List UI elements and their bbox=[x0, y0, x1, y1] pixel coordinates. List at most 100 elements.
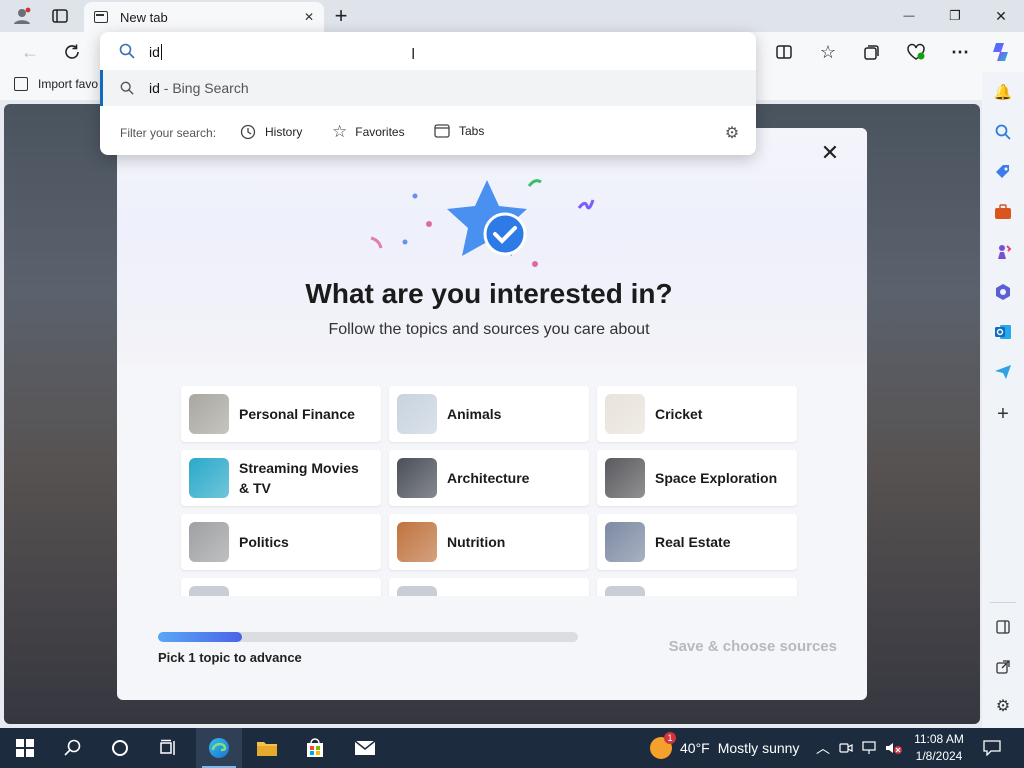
progress-track bbox=[158, 632, 578, 642]
clock[interactable]: 11:08 AM 1/8/2024 bbox=[908, 731, 970, 765]
weather-badge: 1 bbox=[664, 732, 676, 744]
filter-history-label: History bbox=[265, 125, 303, 139]
tools-briefcase-icon[interactable] bbox=[993, 202, 1013, 222]
import-favorites-link[interactable]: Import favo bbox=[14, 77, 98, 91]
import-icon bbox=[14, 77, 28, 91]
filter-favorites[interactable]: ☆ Favorites bbox=[332, 122, 405, 141]
outlook-icon[interactable] bbox=[993, 322, 1013, 342]
notification-center-icon[interactable] bbox=[982, 728, 1002, 768]
add-sidebar-app-icon[interactable]: + bbox=[993, 403, 1013, 425]
topic-label: Real Estate bbox=[655, 534, 731, 550]
open-external-icon[interactable] bbox=[993, 657, 1013, 677]
topic-thumbnail bbox=[397, 522, 437, 562]
address-input-value: id bbox=[149, 44, 160, 60]
sidebar-settings-icon[interactable]: ⚙ bbox=[993, 696, 1013, 716]
copilot-icon[interactable] bbox=[989, 39, 1015, 65]
filter-tabs-label: Tabs bbox=[459, 124, 485, 138]
new-tab-page-icon bbox=[94, 11, 108, 23]
history-icon bbox=[240, 124, 256, 140]
refresh-icon[interactable] bbox=[60, 40, 84, 64]
split-screen-icon[interactable] bbox=[772, 40, 796, 64]
dialog-title: What are you interested in? bbox=[305, 278, 673, 309]
star-check-icon bbox=[370, 179, 595, 267]
topic-card[interactable]: Space Exploration bbox=[597, 450, 797, 506]
weather-sun-icon: 1 bbox=[650, 732, 676, 759]
maximize-button[interactable]: ❐ bbox=[942, 5, 968, 27]
favorites-icon[interactable]: ☆ bbox=[816, 40, 840, 64]
progress-fill bbox=[158, 632, 242, 642]
topic-label: Animals bbox=[447, 406, 502, 422]
topic-card[interactable]: Animals bbox=[389, 386, 589, 442]
collections-icon[interactable] bbox=[860, 40, 884, 64]
cortana-icon[interactable] bbox=[107, 728, 133, 768]
back-icon[interactable]: ← bbox=[18, 40, 42, 64]
microsoft-store-icon[interactable] bbox=[302, 728, 328, 768]
topic-label: Personal Finance bbox=[239, 406, 355, 422]
show-hidden-icons-chevron[interactable]: ︿ bbox=[815, 728, 831, 768]
hide-sidebar-icon[interactable] bbox=[993, 617, 1013, 637]
favorites-star-icon: ☆ bbox=[332, 122, 348, 141]
window-close-button[interactable]: ✕ bbox=[988, 5, 1014, 27]
topic-card-partial[interactable] bbox=[597, 578, 797, 596]
topic-thumbnail bbox=[397, 586, 437, 596]
browser-essentials-icon[interactable] bbox=[904, 40, 928, 64]
progress-label: Pick 1 topic to advance bbox=[158, 650, 302, 665]
network-icon[interactable] bbox=[861, 728, 879, 768]
suggestion-query: id bbox=[149, 80, 160, 96]
topic-card[interactable]: Cricket bbox=[597, 386, 797, 442]
microsoft-365-icon[interactable] bbox=[993, 282, 1013, 302]
weather-desc: Mostly sunny bbox=[717, 740, 800, 756]
topic-card-partial[interactable] bbox=[389, 578, 589, 596]
dialog-close-button[interactable]: ✕ bbox=[817, 140, 843, 166]
task-view-icon[interactable] bbox=[155, 728, 181, 768]
topic-label: Nutrition bbox=[447, 534, 506, 550]
meet-now-icon[interactable] bbox=[838, 728, 854, 768]
tab-close-icon[interactable]: ✕ bbox=[304, 10, 314, 24]
shopping-tag-icon[interactable] bbox=[993, 162, 1013, 182]
more-options-icon[interactable]: ⋯ bbox=[948, 40, 972, 64]
weather-widget[interactable]: 1 40°F Mostly sunny bbox=[650, 728, 799, 768]
text-caret bbox=[160, 44, 162, 60]
suggestion-suffix: - Bing Search bbox=[159, 80, 249, 96]
minimize-button[interactable]: — bbox=[896, 5, 922, 27]
games-chess-icon[interactable] bbox=[993, 242, 1013, 262]
start-windows-icon[interactable] bbox=[12, 728, 38, 768]
save-choose-sources-button[interactable]: Save & choose sources bbox=[637, 638, 837, 655]
topic-label: Space Exploration bbox=[655, 470, 778, 486]
edge-taskbar-icon[interactable] bbox=[196, 728, 242, 768]
mail-icon[interactable] bbox=[352, 728, 378, 768]
import-favorites-label: Import favo bbox=[38, 77, 99, 91]
search-settings-icon[interactable]: ⚙ bbox=[722, 123, 742, 143]
drop-send-icon[interactable] bbox=[993, 362, 1013, 382]
topic-thumbnail bbox=[605, 394, 645, 434]
tabs-icon bbox=[434, 124, 450, 138]
sidebar-search-icon[interactable] bbox=[993, 122, 1013, 142]
taskbar-search-icon[interactable] bbox=[60, 728, 86, 768]
topic-card[interactable]: Real Estate bbox=[597, 514, 797, 570]
topic-thumbnail bbox=[189, 586, 229, 596]
profile-icon[interactable] bbox=[12, 6, 32, 26]
topic-card[interactable]: Architecture bbox=[389, 450, 589, 506]
topic-label: Cricket bbox=[655, 406, 703, 422]
tab-actions-icon[interactable] bbox=[50, 6, 70, 26]
weather-temp: 40°F bbox=[680, 740, 710, 756]
file-explorer-icon[interactable] bbox=[254, 728, 280, 768]
topic-thumbnail bbox=[189, 394, 229, 434]
notifications-bell-icon[interactable]: 🔔 bbox=[993, 82, 1013, 102]
address-input[interactable]: id bbox=[149, 42, 709, 62]
topic-thumbnail bbox=[397, 458, 437, 498]
filter-history[interactable]: History bbox=[240, 124, 302, 140]
topic-card[interactable]: Politics bbox=[181, 514, 381, 570]
edge-sidebar: 🔔 + ⚙ bbox=[982, 72, 1024, 728]
suggestion-search-icon bbox=[118, 79, 136, 97]
suggestion-row[interactable]: id - Bing Search bbox=[100, 70, 756, 106]
topic-card-partial[interactable] bbox=[181, 578, 381, 596]
topic-card[interactable]: Streaming Movies & TV bbox=[181, 450, 381, 506]
new-tab-button[interactable]: + bbox=[330, 3, 352, 29]
tab-new-tab[interactable]: New tab ✕ bbox=[84, 2, 324, 32]
volume-muted-icon[interactable] bbox=[884, 728, 904, 768]
windows-taskbar: 1 40°F Mostly sunny ︿ 11:08 AM 1/8/2024 bbox=[0, 728, 1024, 768]
topic-card[interactable]: Personal Finance bbox=[181, 386, 381, 442]
topic-card[interactable]: Nutrition bbox=[389, 514, 589, 570]
filter-tabs[interactable]: Tabs bbox=[434, 124, 484, 138]
